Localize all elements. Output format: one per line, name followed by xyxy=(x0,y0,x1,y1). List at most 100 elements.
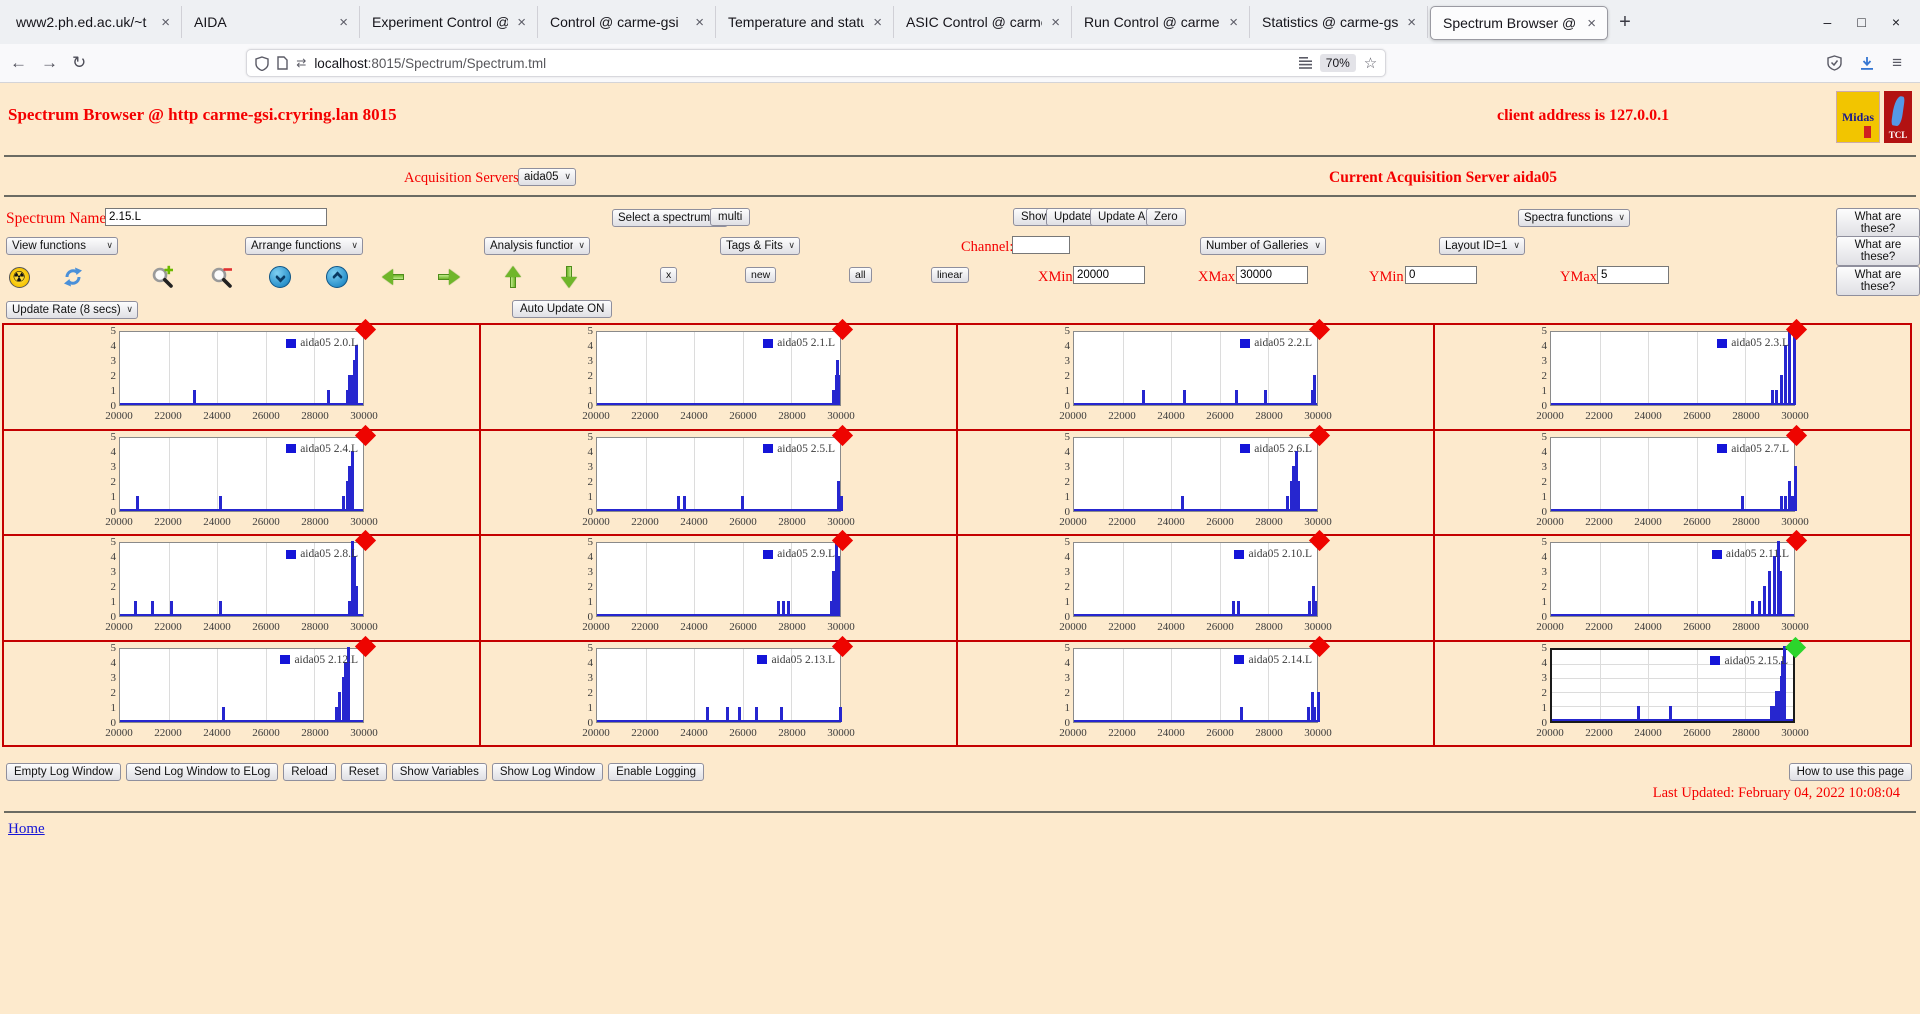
channel-input[interactable] xyxy=(1012,236,1070,254)
acquisition-server-select[interactable]: aida05 xyxy=(518,168,576,186)
spectrum-plot[interactable]: aida05 2.11.L xyxy=(1550,542,1795,617)
page-info-icon[interactable] xyxy=(277,56,288,70)
xmin-input[interactable] xyxy=(1073,266,1145,284)
new-button[interactable]: new xyxy=(745,267,776,283)
linear-button[interactable]: linear xyxy=(931,267,969,283)
gallery-cell[interactable]: aida05 2.4.L5432102000022000240002600028… xyxy=(4,431,479,535)
show-log-window-button[interactable]: Show Log Window xyxy=(492,763,603,781)
extension-shield-icon[interactable] xyxy=(1827,55,1842,71)
zoom-in-icon[interactable] xyxy=(150,264,176,290)
reload-button[interactable]: Reload xyxy=(283,763,335,781)
tab-close-icon[interactable]: × xyxy=(870,14,885,31)
spectrum-plot-selected[interactable]: aida05 2.15.L xyxy=(1550,648,1795,723)
arrow-right-icon[interactable] xyxy=(436,264,462,290)
spectrum-plot[interactable]: aida05 2.10.L xyxy=(1073,542,1318,617)
zoom-level-button[interactable]: 70% xyxy=(1320,54,1356,72)
browser-tab[interactable]: Run Control @ carme-gs× xyxy=(1072,6,1250,38)
marker-diamond[interactable] xyxy=(1309,319,1330,340)
browser-tab[interactable]: AIDA× xyxy=(182,6,360,38)
multi-button[interactable]: multi xyxy=(710,208,750,226)
gallery-cell[interactable]: aida05 2.15.L543210200002200024000260002… xyxy=(1435,642,1910,746)
spectra-functions-dropdown[interactable]: Spectra functions xyxy=(1518,209,1630,227)
browser-tab[interactable]: Control @ carme-gsi× xyxy=(538,6,716,38)
close-button[interactable]: × xyxy=(1892,14,1900,30)
how-to-use-button[interactable]: How to use this page xyxy=(1789,763,1912,781)
spectrum-plot[interactable]: aida05 2.14.L xyxy=(1073,648,1318,723)
spectrum-plot[interactable]: aida05 2.8.L xyxy=(119,542,364,617)
all-button[interactable]: all xyxy=(849,267,872,283)
zero-button[interactable]: Zero xyxy=(1146,208,1186,226)
what-are-these-button-2[interactable]: What are these? xyxy=(1836,236,1920,266)
gallery-cell[interactable]: aida05 2.2.L5432102000022000240002600028… xyxy=(958,325,1433,429)
analysis-functions-dropdown[interactable]: Analysis functions xyxy=(484,237,590,255)
gallery-cell[interactable]: aida05 2.11.L543210200002200024000260002… xyxy=(1435,536,1910,640)
gallery-cell[interactable]: aida05 2.10.L543210200002200024000260002… xyxy=(958,536,1433,640)
shield-icon[interactable] xyxy=(255,56,269,71)
view-functions-dropdown[interactable]: View functions xyxy=(6,237,118,255)
send-log-window-to-elog-button[interactable]: Send Log Window to ELog xyxy=(126,763,278,781)
bookmark-star-icon[interactable]: ☆ xyxy=(1364,54,1377,72)
url-bar[interactable]: ⇄ localhost:8015/Spectrum/Spectrum.tml 7… xyxy=(246,49,1386,77)
ymin-input[interactable] xyxy=(1405,266,1477,284)
zoom-out-icon[interactable] xyxy=(209,264,235,290)
spectrum-plot[interactable]: aida05 2.4.L xyxy=(119,437,364,512)
tags-fits-dropdown[interactable]: Tags & Fits xyxy=(720,237,800,255)
tab-close-icon[interactable]: × xyxy=(514,14,529,31)
layout-id-dropdown[interactable]: Layout ID=1 xyxy=(1439,237,1525,255)
number-of-galleries-dropdown[interactable]: Number of Galleries xyxy=(1200,237,1326,255)
browser-tab[interactable]: ASIC Control @ carme-g× xyxy=(894,6,1072,38)
tab-close-icon[interactable]: × xyxy=(336,14,351,31)
xmax-input[interactable] xyxy=(1236,266,1308,284)
auto-update-button[interactable]: Auto Update ON xyxy=(512,300,612,318)
spectrum-name-input[interactable] xyxy=(105,208,327,226)
ymax-input[interactable] xyxy=(1597,266,1669,284)
new-tab-button[interactable]: + xyxy=(1610,6,1640,38)
gallery-cell[interactable]: aida05 2.14.L543210200002200024000260002… xyxy=(958,642,1433,746)
gallery-cell[interactable]: aida05 2.3.L5432102000022000240002600028… xyxy=(1435,325,1910,429)
browser-tab[interactable]: Statistics @ carme-gsi× xyxy=(1250,6,1428,38)
menu-hamburger-icon[interactable]: ≡ xyxy=(1892,53,1902,73)
spectrum-plot[interactable]: aida05 2.12.L xyxy=(119,648,364,723)
spectrum-plot[interactable]: aida05 2.3.L xyxy=(1550,331,1795,406)
spectrum-plot[interactable]: aida05 2.7.L xyxy=(1550,437,1795,512)
spectrum-plot[interactable]: aida05 2.0.L xyxy=(119,331,364,406)
arrow-down-icon[interactable] xyxy=(556,264,582,290)
home-link[interactable]: Home xyxy=(8,821,45,838)
radiation-icon[interactable]: ☢ xyxy=(6,264,32,290)
refresh-icon[interactable] xyxy=(60,264,86,290)
expand-vertical-icon[interactable] xyxy=(324,264,350,290)
tab-close-icon[interactable]: × xyxy=(1226,14,1241,31)
empty-log-window-button[interactable]: Empty Log Window xyxy=(6,763,121,781)
back-button[interactable]: ← xyxy=(10,53,27,73)
spectrum-plot[interactable]: aida05 2.6.L xyxy=(1073,437,1318,512)
reload-button[interactable]: ↻ xyxy=(72,53,86,73)
gallery-cell[interactable]: aida05 2.0.L5432102000022000240002600028… xyxy=(4,325,479,429)
tab-close-icon[interactable]: × xyxy=(1048,14,1063,31)
permissions-icon[interactable]: ⇄ xyxy=(296,56,306,70)
gallery-cell[interactable]: aida05 2.7.L5432102000022000240002600028… xyxy=(1435,431,1910,535)
spectrum-plot[interactable]: aida05 2.13.L xyxy=(596,648,841,723)
gallery-cell[interactable]: aida05 2.9.L5432102000022000240002600028… xyxy=(481,536,956,640)
spectrum-plot[interactable]: aida05 2.2.L xyxy=(1073,331,1318,406)
marker-diamond[interactable] xyxy=(355,319,376,340)
minimize-button[interactable]: – xyxy=(1824,14,1832,30)
spectrum-plot[interactable]: aida05 2.1.L xyxy=(596,331,841,406)
marker-diamond[interactable] xyxy=(832,319,853,340)
tab-close-icon[interactable]: × xyxy=(1584,15,1599,32)
gallery-cell[interactable]: aida05 2.6.L5432102000022000240002600028… xyxy=(958,431,1433,535)
browser-tab[interactable]: Experiment Control @ ca× xyxy=(360,6,538,38)
gallery-cell[interactable]: aida05 2.13.L543210200002200024000260002… xyxy=(481,642,956,746)
downloads-icon[interactable] xyxy=(1860,56,1874,71)
selected-marker-diamond[interactable] xyxy=(1785,636,1806,657)
spectrum-plot[interactable]: aida05 2.5.L xyxy=(596,437,841,512)
x-button[interactable]: x xyxy=(660,267,677,283)
update-rate-dropdown[interactable]: Update Rate (8 secs) xyxy=(6,301,138,319)
spectrum-plot[interactable]: aida05 2.9.L xyxy=(596,542,841,617)
arrange-functions-dropdown[interactable]: Arrange functions xyxy=(245,237,363,255)
tab-close-icon[interactable]: × xyxy=(692,14,707,31)
browser-tab[interactable]: Temperature and status s× xyxy=(716,6,894,38)
reset-button[interactable]: Reset xyxy=(341,763,387,781)
what-are-these-button-1[interactable]: What are these? xyxy=(1836,208,1920,238)
tab-close-icon[interactable]: × xyxy=(1404,14,1419,31)
what-are-these-button-3[interactable]: What are these? xyxy=(1836,266,1920,296)
